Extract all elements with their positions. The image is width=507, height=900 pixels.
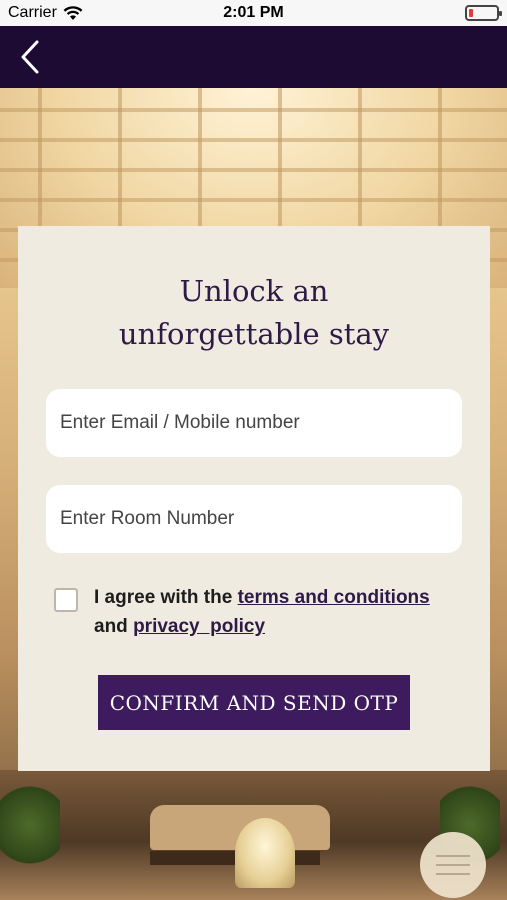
battery-icon (465, 5, 502, 21)
plant-decoration (0, 780, 60, 870)
battery-level (469, 9, 473, 17)
terms-link[interactable]: terms and conditions (238, 587, 430, 608)
agree-text: I agree with the terms and conditions an… (94, 583, 474, 641)
nav-bar (0, 26, 507, 88)
title-line-1: Unlock an (179, 274, 329, 308)
room-field-wrapper (46, 485, 462, 553)
hamburger-line (436, 873, 470, 875)
status-bar: Carrier 2:01 PM (0, 0, 507, 26)
hamburger-line (436, 855, 470, 857)
title-line-2: unforgettable stay (118, 317, 390, 351)
back-button[interactable] (10, 36, 50, 78)
chevron-left-icon (21, 40, 39, 74)
confirm-send-otp-button[interactable]: CONFIRM AND SEND OTP (98, 675, 410, 730)
hamburger-line (436, 864, 470, 866)
menu-button[interactable] (420, 832, 486, 898)
login-card: Unlock an unforgettable stay I agree wit… (18, 226, 490, 771)
email-mobile-input[interactable] (46, 389, 462, 457)
status-time: 2:01 PM (223, 4, 284, 21)
agree-checkbox[interactable] (54, 588, 78, 612)
agree-prefix: I agree with the (94, 587, 238, 608)
privacy-link[interactable]: privacy policy (133, 616, 265, 637)
room-number-input[interactable] (46, 485, 462, 553)
page-title: Unlock an unforgettable stay (18, 270, 490, 356)
lamp-decoration (235, 818, 295, 888)
agree-middle: and (94, 616, 134, 637)
email-field-wrapper (46, 389, 462, 457)
